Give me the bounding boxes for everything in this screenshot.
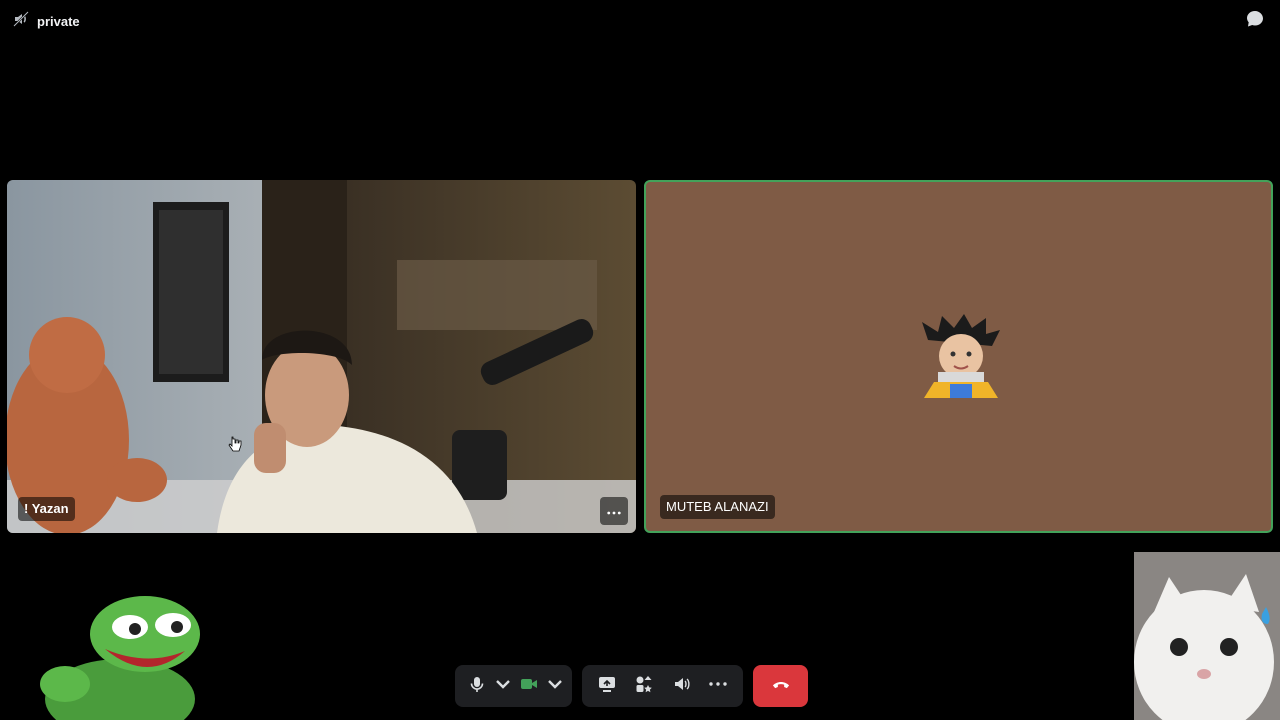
more-options-button[interactable] [702, 670, 734, 702]
channel-name: private [37, 14, 80, 29]
hang-up-icon [772, 677, 790, 695]
self-video-preview[interactable] [1134, 552, 1280, 720]
mic-options-button[interactable] [493, 670, 513, 702]
more-icon [607, 502, 621, 520]
video-feed [7, 180, 636, 533]
participant-name-tag: MUTEB ALANAZI [660, 495, 775, 519]
screen-share-button[interactable] [591, 670, 623, 702]
video-camera-icon [520, 675, 538, 698]
chevron-down-icon [546, 675, 564, 698]
speaker-icon [13, 11, 29, 32]
screen-share-icon [598, 675, 616, 698]
microphone-icon [468, 675, 486, 698]
pepe-sticker [40, 596, 200, 720]
more-icon [709, 675, 728, 698]
top-bar: private [0, 0, 1280, 40]
chevron-down-icon [494, 675, 512, 698]
mute-button[interactable] [461, 670, 493, 702]
soundboard-icon [672, 675, 690, 698]
activities-button[interactable] [628, 670, 660, 702]
participant-avatar [922, 314, 1000, 398]
call-actions [582, 665, 743, 707]
audio-video-controls [455, 665, 572, 707]
camera-options-button[interactable] [545, 670, 565, 702]
participant-name-tag: ! Yazan [18, 497, 75, 521]
chat-button[interactable] [1244, 10, 1266, 32]
channel-header: private [13, 11, 80, 32]
disconnect-button[interactable] [753, 665, 808, 707]
camera-button[interactable] [513, 670, 545, 702]
participant-tile-yazan[interactable]: ! Yazan [7, 180, 636, 533]
tile-more-button[interactable] [600, 497, 628, 525]
soundboard-button[interactable] [665, 670, 697, 702]
participant-tile-muteb[interactable]: MUTEB ALANAZI [644, 180, 1273, 533]
cat-video-feed [1134, 552, 1280, 720]
chat-bubble-icon [1245, 9, 1265, 34]
hand-cursor-icon [228, 436, 242, 452]
activities-icon [635, 675, 653, 698]
